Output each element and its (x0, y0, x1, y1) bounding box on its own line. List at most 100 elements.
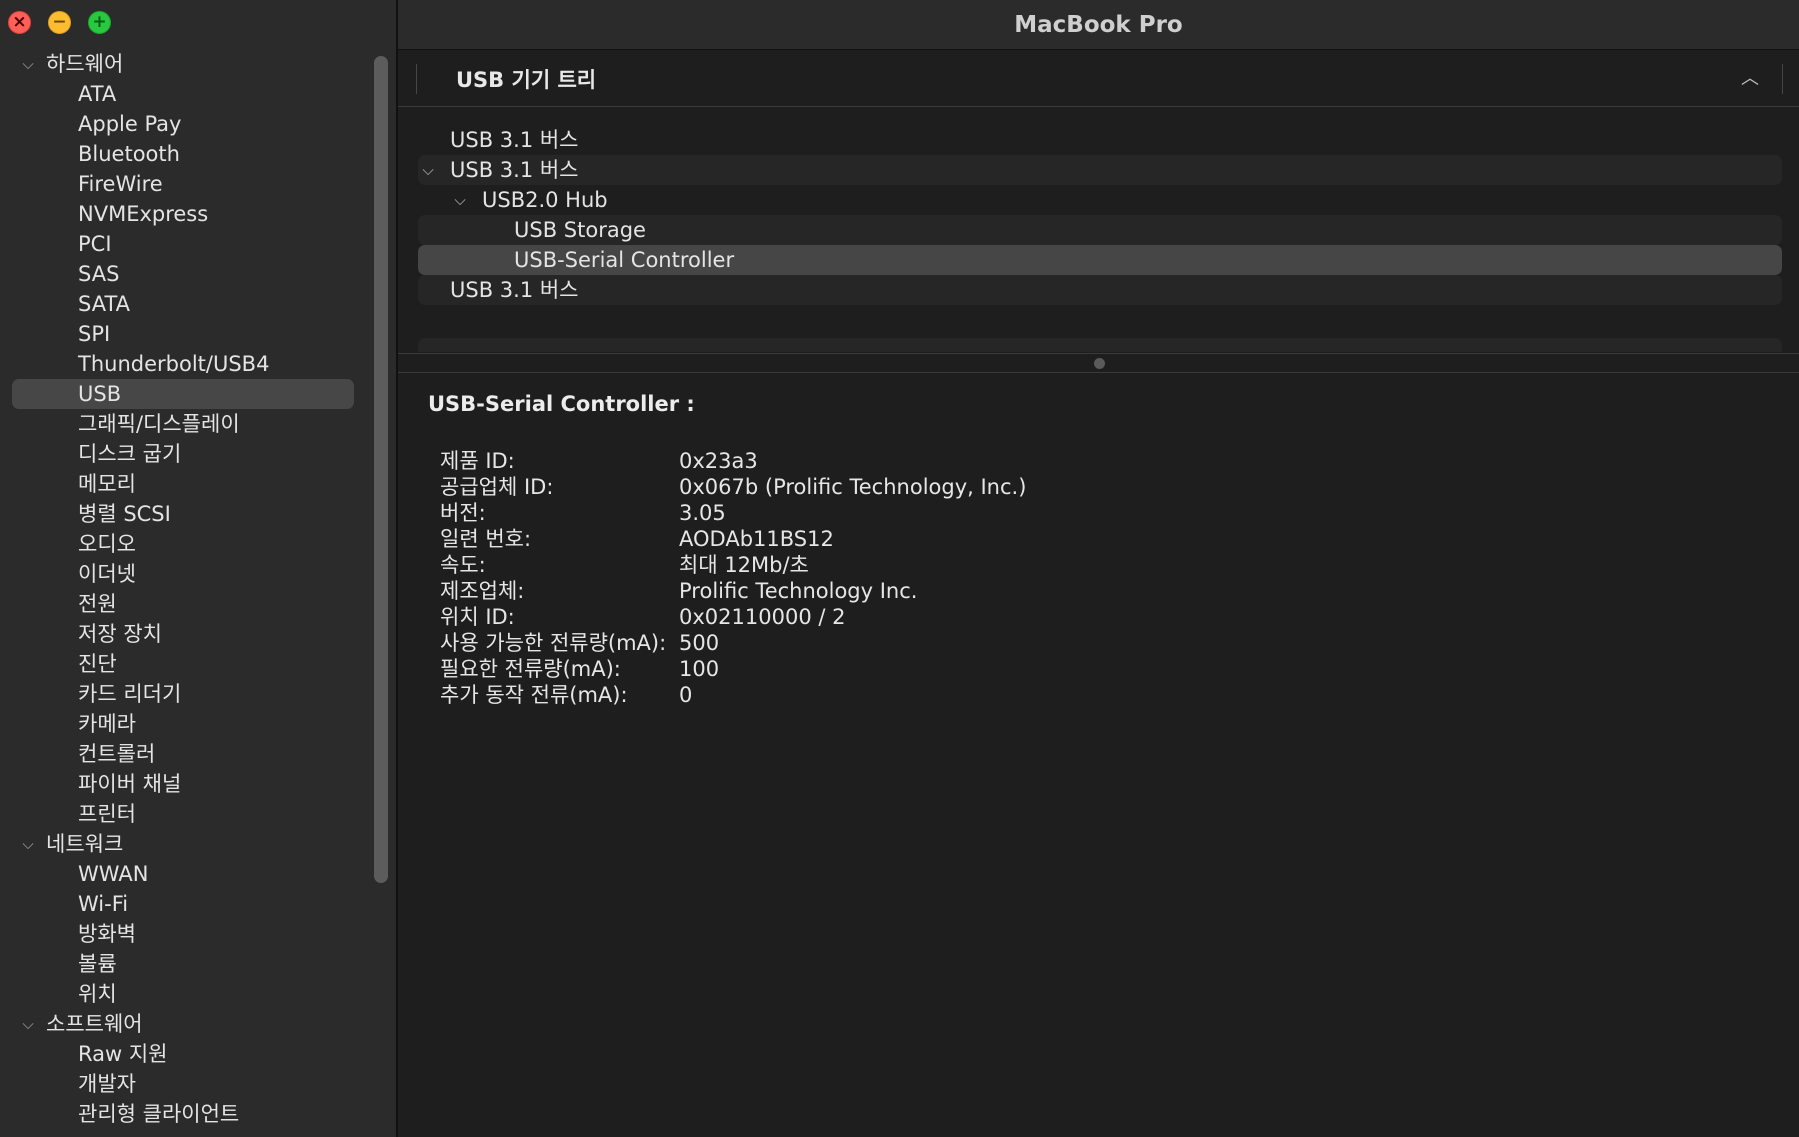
sidebar-group-0[interactable]: ⌵ 하드웨어 (0, 49, 380, 79)
sidebar-item[interactable]: 카메라 (0, 709, 380, 739)
sidebar-item[interactable]: Raw 지원 (0, 1039, 380, 1069)
tree-row[interactable]: USB 3.1 버스 (418, 275, 1782, 305)
sidebar-group-label: 네트워크 (46, 832, 124, 856)
sidebar-item-label: 개발자 (78, 1072, 136, 1096)
sidebar-item[interactable]: WWAN (0, 859, 380, 889)
sidebar-item-label: PCI (78, 232, 112, 256)
chevron-down-icon[interactable]: ⌵ (18, 829, 38, 859)
sidebar-item[interactable]: 진단 (0, 649, 380, 679)
sidebar-item[interactable]: 개발자 (0, 1069, 380, 1099)
sidebar-item[interactable]: 전원 (0, 589, 380, 619)
detail-field-key: 공급업체 ID: (440, 475, 554, 499)
sidebar-item[interactable]: SPI (0, 319, 380, 349)
sidebar-scrollbar[interactable] (374, 56, 388, 883)
sidebar: × − + ⌵ 하드웨어 ATA Apple Pay Bluetooth FireWire… (0, 0, 398, 1137)
sidebar-item-label: 진단 (78, 652, 117, 676)
divider-handle[interactable] (1093, 358, 1105, 369)
sidebar-item[interactable]: 이더넷 (0, 559, 380, 589)
sidebar-item[interactable]: 카드 리더기 (0, 679, 380, 709)
sidebar-item-label: Apple Pay (78, 112, 182, 136)
chevron-up-icon[interactable]: ︿ (1741, 64, 1759, 90)
detail-field-value: 3.05 (679, 501, 726, 525)
detail-field-value: 500 (679, 631, 720, 655)
detail-field-key: 위치 ID: (440, 605, 515, 629)
sidebar-item[interactable]: SAS (0, 259, 380, 289)
sidebar-item[interactable]: 파이버 채널 (0, 769, 380, 799)
tree-empty-row (418, 338, 1782, 352)
sidebar-group-1[interactable]: ⌵ 네트워크 (0, 829, 380, 859)
tree-header[interactable]: USB 기기 트리 ︿ (398, 52, 1799, 107)
tree-row[interactable]: USB-Serial Controller (418, 245, 1782, 275)
sidebar-item[interactable]: 디스크 굽기 (0, 439, 380, 469)
sidebar-item-label: 방화벽 (78, 922, 136, 946)
sidebar-item-label: 전원 (78, 592, 117, 616)
sidebar-item[interactable]: 메모리 (0, 469, 380, 499)
sidebar-item[interactable]: 병렬 SCSI (0, 499, 380, 529)
tree-row[interactable]: USB 3.1 버스 (418, 125, 1782, 155)
detail-field-key: 제품 ID: (440, 449, 515, 473)
sidebar-item[interactable]: 오디오 (0, 529, 380, 559)
title-bar: MacBook Pro (398, 0, 1799, 50)
tree-row-label: USB 3.1 버스 (450, 158, 579, 182)
sidebar-item-label: SPI (78, 322, 111, 346)
tree-row[interactable]: ⌵ USB2.0 Hub (418, 185, 1782, 215)
detail-field-value: Prolific Technology Inc. (679, 579, 918, 603)
sidebar-item[interactable]: ATA (0, 79, 380, 109)
sidebar-item-label: NVMExpress (78, 202, 209, 226)
tree-header-title: USB 기기 트리 (456, 68, 597, 92)
sidebar-item[interactable]: Bluetooth (0, 139, 380, 169)
split-divider[interactable] (398, 353, 1799, 373)
sidebar-item[interactable]: 위치 (0, 979, 380, 1009)
close-icon: × (12, 12, 27, 32)
sidebar-item[interactable]: 볼륨 (0, 949, 380, 979)
chevron-down-icon[interactable]: ⌵ (418, 155, 438, 185)
tree-row-label: USB-Serial Controller (514, 248, 735, 272)
tree-row[interactable]: USB Storage (418, 215, 1782, 245)
sidebar-item[interactable]: 프린터 (0, 799, 380, 829)
zoom-icon: + (92, 12, 107, 32)
sidebar-group-2[interactable]: ⌵ 소프트웨어 (0, 1009, 380, 1039)
sidebar-item[interactable]: 관리형 클라이언트 (0, 1099, 380, 1129)
detail-field-value: 최대 12Mb/초 (679, 553, 809, 577)
sidebar-item-label: Raw 지원 (78, 1042, 168, 1066)
sidebar-item[interactable]: 그래픽/디스플레이 (0, 409, 380, 439)
sidebar-item[interactable]: USB (0, 379, 380, 409)
sidebar-group-label: 하드웨어 (46, 52, 124, 76)
sidebar-list: ⌵ 하드웨어 ATA Apple Pay Bluetooth FireWire NVMExp… (0, 49, 380, 1129)
sidebar-item-label: ATA (78, 82, 117, 106)
sidebar-item[interactable]: PCI (0, 229, 380, 259)
chevron-down-icon[interactable]: ⌵ (18, 49, 38, 79)
sidebar-item-label: Bluetooth (78, 142, 180, 166)
tree-row[interactable]: ⌵ USB 3.1 버스 (418, 155, 1782, 185)
sidebar-item[interactable]: Thunderbolt/USB4 (0, 349, 380, 379)
sidebar-item[interactable]: 방화벽 (0, 919, 380, 949)
sidebar-item[interactable]: FireWire (0, 169, 380, 199)
chevron-down-icon[interactable]: ⌵ (450, 185, 470, 215)
detail-field-value: 0x067b (Prolific Technology, Inc.) (679, 475, 1027, 499)
sidebar-item[interactable]: SATA (0, 289, 380, 319)
sidebar-item-label: 파이버 채널 (78, 772, 182, 796)
sidebar-item[interactable]: NVMExpress (0, 199, 380, 229)
detail-field-value: 100 (679, 657, 720, 681)
minimize-button[interactable]: − (48, 11, 71, 34)
detail-field-key: 필요한 전류량(mA): (440, 657, 621, 681)
detail-panel: USB-Serial Controller : (428, 392, 695, 416)
sidebar-item-label: USB (78, 382, 122, 406)
sidebar-item[interactable]: Wi-Fi (0, 889, 380, 919)
tree-row-label: USB2.0 Hub (482, 188, 608, 212)
tree-row-label: USB 3.1 버스 (450, 128, 579, 152)
sidebar-item-label: 저장 장치 (78, 622, 162, 646)
sidebar-item-label: FireWire (78, 172, 163, 196)
sidebar-item[interactable]: 저장 장치 (0, 619, 380, 649)
sidebar-item[interactable]: Apple Pay (0, 109, 380, 139)
tree-row-label: USB Storage (514, 218, 646, 242)
window-title: MacBook Pro (1014, 11, 1183, 38)
header-separator (416, 64, 417, 94)
chevron-down-icon[interactable]: ⌵ (18, 1009, 38, 1039)
sidebar-item-label: 볼륨 (78, 952, 117, 976)
close-button[interactable]: × (8, 11, 31, 34)
zoom-button[interactable]: + (88, 11, 111, 34)
sidebar-item[interactable]: 컨트롤러 (0, 739, 380, 769)
tree-row-label: USB 3.1 버스 (450, 278, 579, 302)
detail-field-key: 일련 번호: (440, 527, 532, 551)
